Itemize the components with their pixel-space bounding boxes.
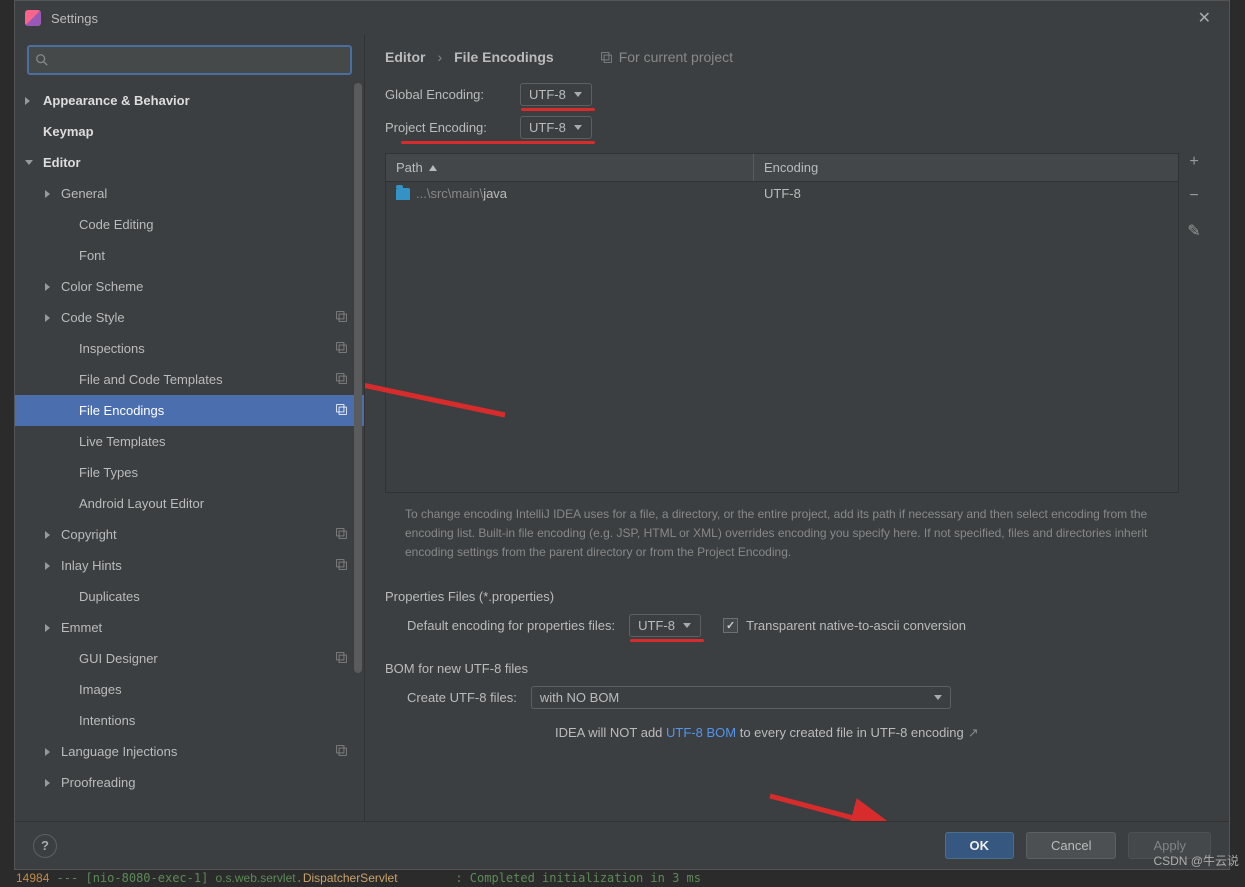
crumb-leaf: File Encodings — [454, 49, 554, 65]
crumb-root[interactable]: Editor — [385, 49, 425, 65]
chevron-down-icon — [574, 125, 582, 130]
tree-gui-designer[interactable]: GUI Designer — [15, 643, 364, 674]
search-icon — [35, 53, 49, 67]
bom-section-title: BOM for new UTF-8 files — [385, 661, 1209, 676]
tree-proofreading[interactable]: Proofreading — [15, 767, 364, 798]
search-input-wrap[interactable] — [27, 45, 352, 75]
global-encoding-label: Global Encoding: — [385, 87, 520, 102]
chevron-right-icon: › — [437, 49, 442, 65]
project-scope-icon — [335, 341, 348, 357]
annotation-underline — [521, 108, 595, 111]
project-scope-icon — [335, 558, 348, 574]
global-encoding-dropdown[interactable]: UTF-8 — [520, 83, 592, 106]
search-input[interactable] — [55, 53, 344, 68]
tree-editor[interactable]: Editor — [15, 147, 364, 178]
utf8-bom-link[interactable]: UTF-8 BOM — [666, 725, 736, 740]
col-path-header[interactable]: Path — [386, 154, 754, 181]
settings-sidebar: Appearance & Behavior Keymap Editor Gene… — [15, 35, 365, 821]
tree-appearance[interactable]: Appearance & Behavior — [15, 85, 364, 116]
project-scope-icon — [335, 527, 348, 543]
tree-color-scheme[interactable]: Color Scheme — [15, 271, 364, 302]
project-scope-icon — [335, 372, 348, 388]
tree-emmet[interactable]: Emmet — [15, 612, 364, 643]
tree-copyright[interactable]: Copyright — [15, 519, 364, 550]
settings-content: Editor › File Encodings For current proj… — [365, 35, 1229, 821]
dialog-title: Settings — [51, 11, 1190, 26]
bom-label: Create UTF-8 files: — [407, 690, 517, 705]
close-button[interactable]: ✕ — [1190, 4, 1219, 32]
annotation-underline — [630, 639, 704, 642]
tree-keymap[interactable]: Keymap — [15, 116, 364, 147]
help-button[interactable]: ? — [33, 834, 57, 858]
project-scope-icon — [335, 403, 348, 419]
chevron-down-icon — [934, 695, 942, 700]
tree-file-templates[interactable]: File and Code Templates — [15, 364, 364, 395]
props-encoding-label: Default encoding for properties files: — [407, 618, 615, 633]
tree-inspections[interactable]: Inspections — [15, 333, 364, 364]
cancel-button[interactable]: Cancel — [1026, 832, 1116, 859]
sort-asc-icon — [429, 165, 437, 171]
table-row[interactable]: ...\src\main\java UTF-8 — [386, 182, 1178, 205]
sidebar-scrollbar[interactable] — [354, 83, 364, 821]
project-encoding-label: Project Encoding: — [385, 120, 520, 135]
external-link-icon: ↗ — [968, 725, 979, 740]
tree-live-templates[interactable]: Live Templates — [15, 426, 364, 457]
tree-file-encodings[interactable]: File Encodings — [15, 395, 364, 426]
project-scope-icon — [335, 744, 348, 760]
titlebar: Settings ✕ — [15, 1, 1229, 35]
tree-file-types[interactable]: File Types — [15, 457, 364, 488]
chevron-down-icon — [683, 623, 691, 628]
tree-android-layout[interactable]: Android Layout Editor — [15, 488, 364, 519]
bom-note: IDEA will NOT add UTF-8 BOM to every cre… — [385, 725, 1209, 741]
intellij-icon — [25, 10, 41, 26]
tree-general[interactable]: General — [15, 178, 364, 209]
apply-button[interactable]: Apply — [1128, 832, 1211, 859]
ok-button[interactable]: OK — [945, 832, 1015, 859]
tree-code-style[interactable]: Code Style — [15, 302, 364, 333]
dialog-footer: ? OK Cancel Apply — [15, 821, 1229, 869]
project-scope-icon — [335, 310, 348, 326]
settings-tree: Appearance & Behavior Keymap Editor Gene… — [15, 85, 364, 821]
tree-images[interactable]: Images — [15, 674, 364, 705]
folder-icon — [396, 188, 410, 200]
add-path-button[interactable]: + — [1189, 153, 1198, 171]
tree-code-editing[interactable]: Code Editing — [15, 209, 364, 240]
settings-dialog: Settings ✕ Appearance & Behavior Keymap … — [14, 0, 1230, 870]
tree-lang-injections[interactable]: Language Injections — [15, 736, 364, 767]
transparent-ascii-checkbox[interactable] — [723, 618, 738, 633]
remove-path-button[interactable]: − — [1189, 187, 1198, 205]
tree-duplicates[interactable]: Duplicates — [15, 581, 364, 612]
annotation-underline — [401, 141, 595, 144]
annotation-arrow — [765, 791, 905, 821]
table-toolbar: + − ✎ — [1179, 149, 1209, 493]
props-encoding-dropdown[interactable]: UTF-8 — [629, 614, 701, 637]
background-log: 14984 --- [nio-8080-exec-1] o.s.web.serv… — [0, 871, 1245, 887]
col-encoding-header[interactable]: Encoding — [754, 154, 1178, 181]
project-scope-icon — [335, 651, 348, 667]
properties-section-title: Properties Files (*.properties) — [385, 589, 1209, 604]
tree-inlay-hints[interactable]: Inlay Hints — [15, 550, 364, 581]
breadcrumb: Editor › File Encodings For current proj… — [385, 49, 1209, 65]
scope-label: For current project — [600, 49, 733, 65]
edit-path-button[interactable]: ✎ — [1187, 221, 1200, 241]
tree-intentions[interactable]: Intentions — [15, 705, 364, 736]
project-encoding-dropdown[interactable]: UTF-8 — [520, 116, 592, 139]
transparent-ascii-label: Transparent native-to-ascii conversion — [746, 618, 966, 633]
encoding-paths-table: Path Encoding ...\src\main\java UTF-8 — [385, 153, 1179, 493]
chevron-down-icon — [574, 92, 582, 97]
encoding-hint: To change encoding IntelliJ IDEA uses fo… — [385, 493, 1209, 575]
bom-dropdown[interactable]: with NO BOM — [531, 686, 951, 709]
tree-font[interactable]: Font — [15, 240, 364, 271]
